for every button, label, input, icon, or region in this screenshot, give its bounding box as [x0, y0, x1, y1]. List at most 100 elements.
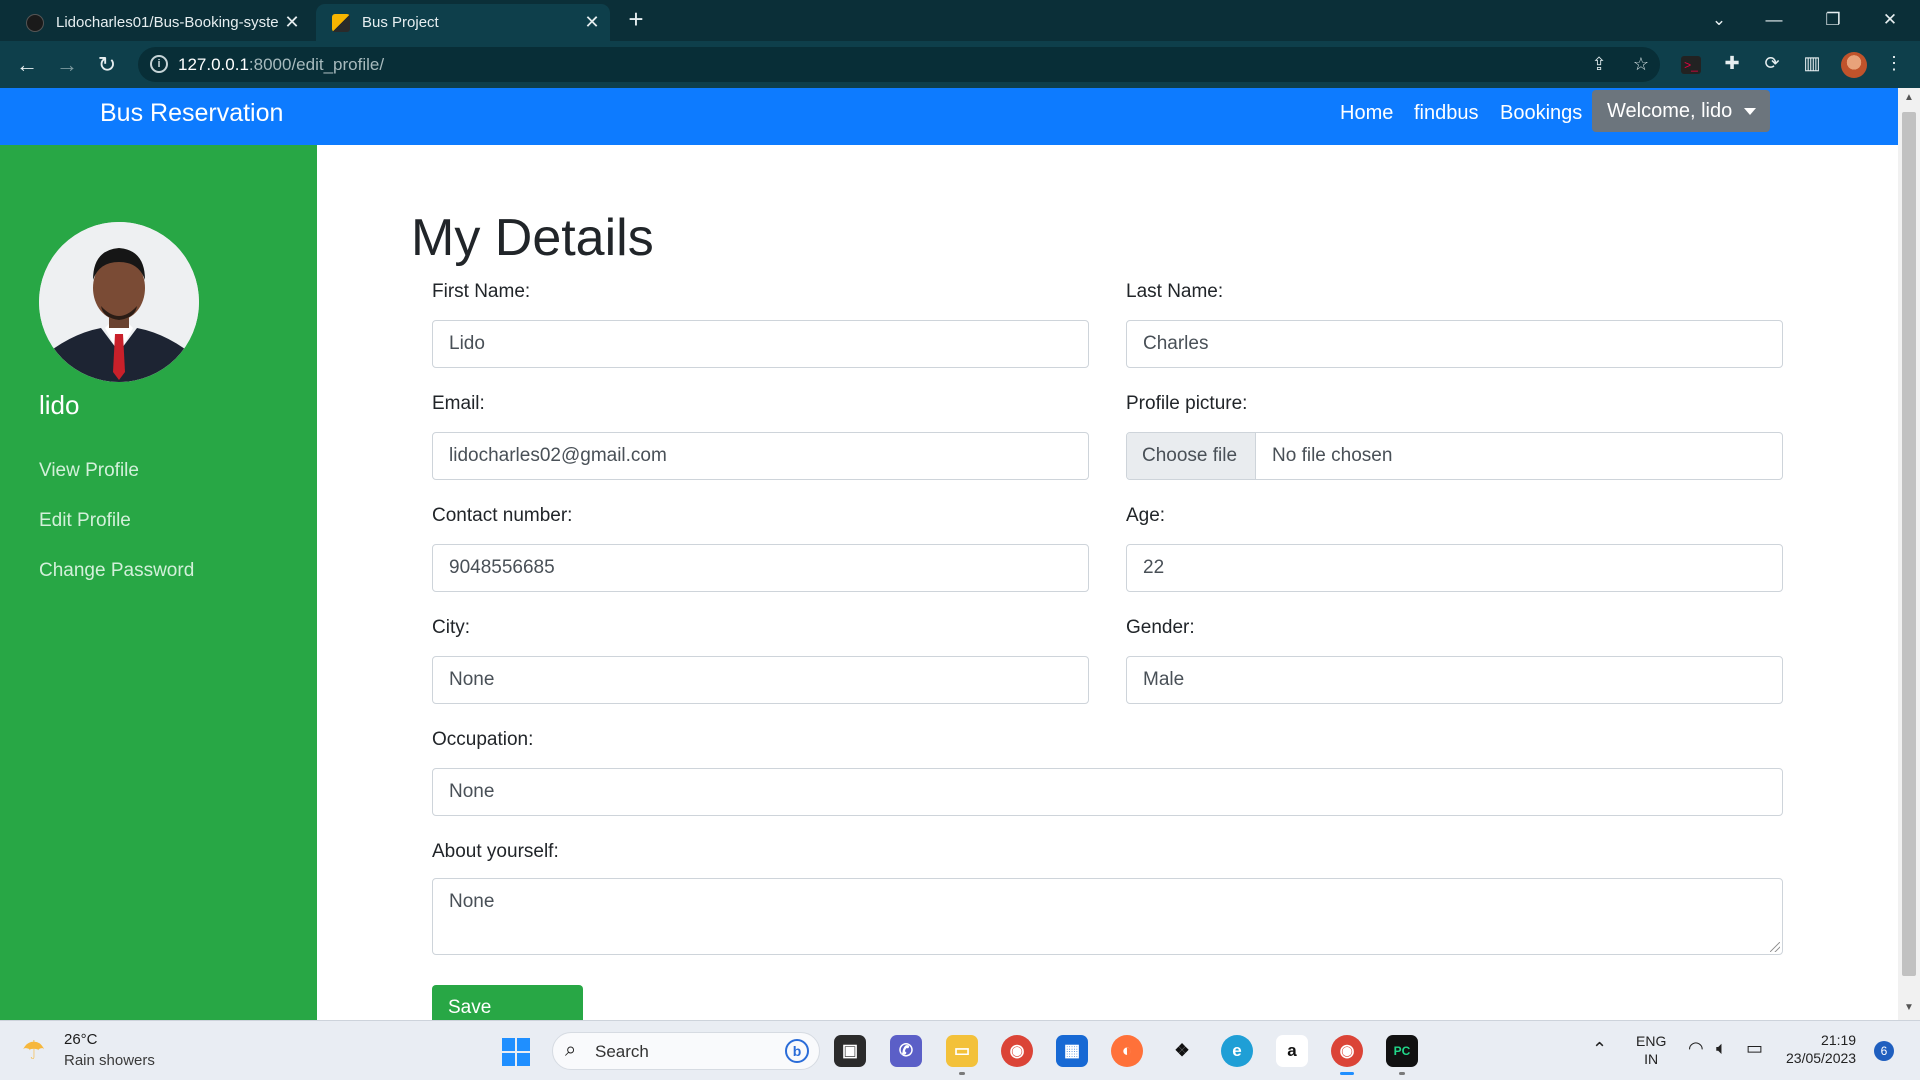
city-label: City:: [432, 617, 470, 638]
dropbox-icon[interactable]: ❖: [1166, 1035, 1198, 1067]
email-input[interactable]: lidocharles02@gmail.com: [432, 432, 1089, 480]
address-bar[interactable]: i 127.0.0.1:8000/edit_profile/ ⇪ ☆: [138, 47, 1660, 82]
extensions-puzzle-icon[interactable]: ✚: [1720, 53, 1744, 77]
caret-down-icon: [1744, 107, 1757, 115]
windows-taskbar: ☂ 26°C Rain showers ⌕ Search b ▣ ✆ ▭ ◉ ▦…: [0, 1020, 1920, 1080]
pycharm-icon[interactable]: PC: [1386, 1035, 1418, 1075]
page-scrollbar[interactable]: ▲ ▼: [1898, 88, 1920, 1020]
task-view-icon[interactable]: ▣: [834, 1035, 866, 1067]
bookmark-star-icon[interactable]: ☆: [1630, 54, 1652, 76]
input-language-indicator[interactable]: ENG IN: [1636, 1032, 1666, 1068]
close-tab-icon[interactable]: ✕: [582, 12, 602, 33]
browser-toolbar: ← → ↻ i 127.0.0.1:8000/edit_profile/ ⇪ ☆…: [0, 41, 1920, 88]
notification-badge[interactable]: 6: [1874, 1041, 1894, 1061]
teams-chat-icon[interactable]: ✆: [890, 1035, 922, 1067]
scrollbar-thumb[interactable]: [1902, 112, 1916, 976]
nav-findbus-link[interactable]: findbus: [1414, 102, 1479, 125]
volume-icon[interactable]: 🔈︎: [1716, 1038, 1727, 1059]
edge-icon[interactable]: e: [1221, 1035, 1253, 1067]
user-dropdown-button[interactable]: Welcome, lido: [1592, 90, 1770, 132]
save-changes-button[interactable]: Save changes: [432, 985, 583, 1020]
extension-terminal-icon[interactable]: >_: [1681, 56, 1701, 74]
side-panel-icon[interactable]: ▥: [1800, 53, 1824, 77]
profile-avatar: [39, 222, 199, 382]
last-name-input[interactable]: Charles: [1126, 320, 1783, 368]
site-navbar: Bus Reservation Home findbus Bookings We…: [0, 88, 1898, 145]
chrome-icon[interactable]: ◉: [1001, 1035, 1033, 1067]
bus-project-favicon-icon: [332, 13, 350, 32]
close-window-button[interactable]: ✕: [1870, 4, 1910, 36]
chrome-profile-icon[interactable]: ◉: [1331, 1035, 1363, 1075]
tab-search-chevron-icon[interactable]: ⌄: [1699, 4, 1739, 36]
clock-date: 23/05/2023: [1786, 1050, 1857, 1066]
taskbar-search[interactable]: ⌕ Search b: [552, 1032, 820, 1070]
profile-picture-label: Profile picture:: [1126, 393, 1248, 414]
age-input[interactable]: 22: [1126, 544, 1783, 592]
back-arrow-icon[interactable]: ←: [12, 50, 42, 80]
file-explorer-icon[interactable]: ▭: [946, 1035, 978, 1075]
email-label: Email:: [432, 393, 485, 414]
battery-icon[interactable]: ▭: [1746, 1038, 1763, 1059]
reload-icon[interactable]: ↻: [92, 50, 122, 80]
navbar-brand[interactable]: Bus Reservation: [100, 99, 283, 128]
age-label: Age:: [1126, 505, 1166, 526]
contact-number-input[interactable]: 9048556685: [432, 544, 1089, 592]
kebab-menu-icon[interactable]: ⋮: [1882, 53, 1906, 77]
performance-icon[interactable]: ⟳: [1760, 53, 1784, 77]
share-icon[interactable]: ⇪: [1588, 54, 1610, 76]
clock-time: 21:19: [1821, 1032, 1857, 1048]
about-textarea[interactable]: None: [432, 878, 1783, 955]
about-value: None: [449, 891, 495, 912]
resize-grip-icon[interactable]: [1770, 942, 1780, 952]
firefox-icon[interactable]: ◐: [1111, 1035, 1143, 1067]
tab-bus-project[interactable]: Bus Project ✕: [316, 4, 610, 41]
view-profile-link[interactable]: View Profile: [39, 460, 139, 482]
profile-picture-file-input[interactable]: Choose file No file chosen: [1126, 432, 1783, 480]
scroll-up-arrow-icon[interactable]: ▲: [1898, 88, 1920, 108]
forward-arrow-icon[interactable]: →: [52, 50, 82, 80]
tab-github[interactable]: Lidocharles01/Bus-Booking-syste ✕: [10, 4, 310, 41]
nav-bookings-link[interactable]: Bookings: [1500, 102, 1582, 125]
amazon-icon[interactable]: a: [1276, 1035, 1308, 1067]
search-icon: ⌕: [565, 1039, 577, 1061]
system-clock[interactable]: 21:19 23/05/2023: [1786, 1031, 1856, 1067]
tab-title: Lidocharles01/Bus-Booking-syste: [56, 14, 279, 31]
edit-profile-link[interactable]: Edit Profile: [39, 510, 131, 532]
tab-title: Bus Project: [362, 14, 439, 31]
bing-icon[interactable]: b: [785, 1039, 809, 1063]
gender-input[interactable]: Male: [1126, 656, 1783, 704]
about-label: About yourself:: [432, 841, 559, 862]
first-name-input[interactable]: Lido: [432, 320, 1089, 368]
occupation-input[interactable]: None: [432, 768, 1783, 816]
new-tab-button[interactable]: +: [624, 6, 648, 32]
wifi-icon[interactable]: ◠: [1688, 1038, 1704, 1059]
gender-label: Gender:: [1126, 617, 1195, 638]
weather-temperature[interactable]: 26°C: [64, 1031, 98, 1048]
show-hidden-icons-chevron[interactable]: ⌃: [1592, 1039, 1607, 1060]
windows-start-icon[interactable]: [502, 1038, 530, 1066]
nav-home-link[interactable]: Home: [1340, 102, 1393, 125]
url-text[interactable]: 127.0.0.1:8000/edit_profile/: [178, 55, 384, 75]
microsoft-store-icon[interactable]: ▦: [1056, 1035, 1088, 1067]
edit-profile-form: My Details First Name: Lido Last Name: C…: [317, 145, 1898, 1020]
restore-button[interactable]: ❐: [1813, 4, 1853, 36]
weather-description[interactable]: Rain showers: [64, 1052, 155, 1069]
file-status-text: No file chosen: [1272, 445, 1393, 466]
weather-rain-icon[interactable]: ☂: [22, 1035, 52, 1065]
first-name-label: First Name:: [432, 281, 531, 302]
change-password-link[interactable]: Change Password: [39, 560, 194, 582]
browser-profile-avatar[interactable]: [1841, 52, 1867, 78]
contact-number-label: Contact number:: [432, 505, 573, 526]
site-info-icon[interactable]: i: [150, 55, 168, 73]
profile-sidebar: lido View Profile Edit Profile Change Pa…: [0, 145, 317, 1020]
user-dropdown-label: Welcome, lido: [1607, 99, 1733, 122]
last-name-label: Last Name:: [1126, 281, 1224, 302]
scroll-down-arrow-icon[interactable]: ▼: [1898, 998, 1920, 1018]
page-viewport: Bus Reservation Home findbus Bookings We…: [0, 88, 1920, 1020]
choose-file-button[interactable]: Choose file: [1127, 433, 1256, 479]
city-input[interactable]: None: [432, 656, 1089, 704]
profile-username: lido: [39, 390, 80, 420]
github-icon: [26, 13, 44, 32]
minimize-button[interactable]: —: [1754, 4, 1794, 36]
close-tab-icon[interactable]: ✕: [282, 12, 302, 33]
